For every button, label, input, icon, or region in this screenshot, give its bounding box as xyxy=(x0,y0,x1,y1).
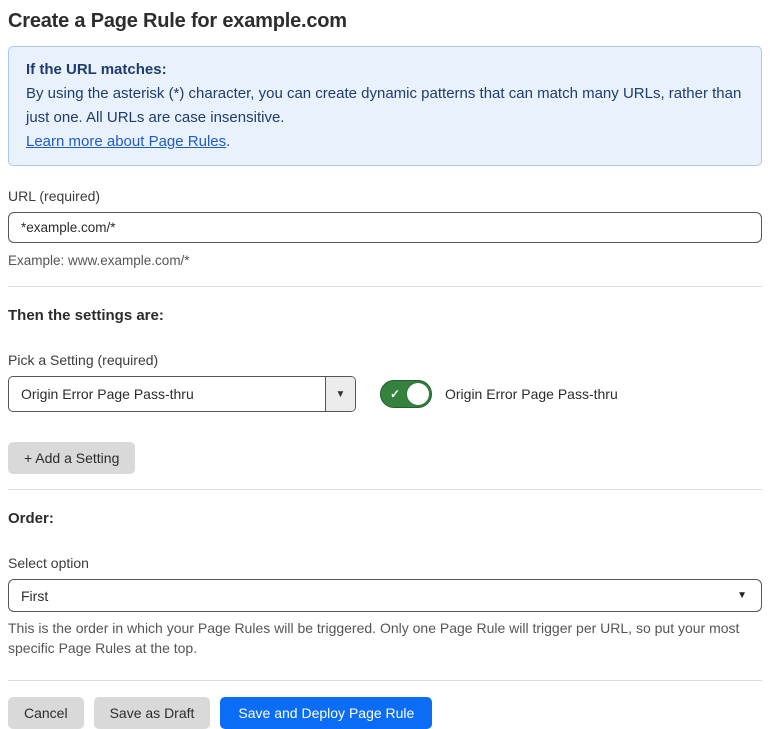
select-option-label: Select option xyxy=(8,555,89,571)
setting-select[interactable]: Origin Error Page Pass-thru ▼ xyxy=(8,376,356,412)
toggle-label: Origin Error Page Pass-thru xyxy=(445,386,618,402)
order-section-heading: Order: xyxy=(8,510,54,527)
origin-error-toggle[interactable]: ✓ xyxy=(380,380,432,408)
info-box-heading: If the URL matches: xyxy=(26,61,167,78)
toggle-knob xyxy=(407,383,429,405)
url-match-info-box: If the URL matches: By using the asteris… xyxy=(8,46,762,166)
url-input[interactable] xyxy=(8,212,762,243)
page-rule-form: Create a Page Rule for example.com If th… xyxy=(0,10,770,729)
chevron-down-icon: ▼ xyxy=(737,590,747,601)
page-title: Create a Page Rule for example.com xyxy=(8,10,347,32)
order-helper-text: This is the order in which your Page Rul… xyxy=(8,620,740,656)
save-as-draft-button[interactable]: Save as Draft xyxy=(93,697,211,729)
check-icon: ✓ xyxy=(390,387,401,401)
order-select-value: First xyxy=(21,587,49,604)
setting-select-value: Origin Error Page Pass-thru xyxy=(21,386,194,402)
link-suffix: . xyxy=(226,133,231,150)
pick-setting-label: Pick a Setting (required) xyxy=(8,352,159,368)
add-setting-button[interactable]: + Add a Setting xyxy=(8,442,136,474)
learn-more-link[interactable]: Learn more about Page Rules xyxy=(26,133,226,150)
info-box-body: By using the asterisk (*) character, you… xyxy=(26,85,742,126)
divider xyxy=(8,489,762,490)
settings-section-heading: Then the settings are: xyxy=(8,307,164,324)
info-box-link-line: Learn more about Page Rules. xyxy=(26,130,744,154)
divider xyxy=(8,286,762,287)
url-label: URL (required) xyxy=(8,188,101,204)
save-and-deploy-button[interactable]: Save and Deploy Page Rule xyxy=(220,697,433,729)
setting-row: Origin Error Page Pass-thru ▼ ✓ Origin E… xyxy=(8,376,762,412)
order-select[interactable]: First ▼ xyxy=(8,579,762,612)
chevron-down-icon[interactable]: ▼ xyxy=(325,377,355,411)
cancel-button[interactable]: Cancel xyxy=(8,697,84,729)
divider xyxy=(8,680,762,681)
url-helper-text: Example: www.example.com/* xyxy=(8,253,190,268)
footer-actions: Cancel Save as Draft Save and Deploy Pag… xyxy=(8,697,762,729)
